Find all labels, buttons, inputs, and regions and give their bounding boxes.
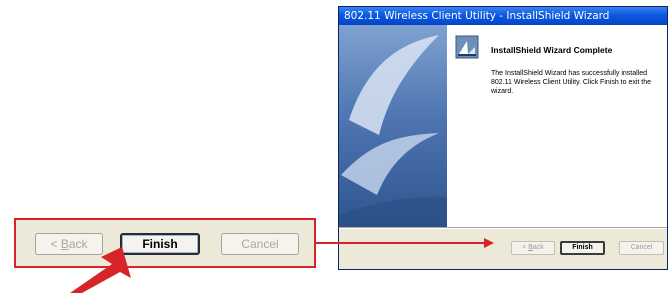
zoomed-back-prefix: < bbox=[50, 237, 61, 251]
zoomed-button-bar: < Back Finish Cancel bbox=[14, 218, 316, 268]
wizard-side-banner bbox=[339, 25, 447, 227]
cancel-button[interactable]: Cancel bbox=[619, 241, 664, 255]
installshield-wizard-window: 802.11 Wireless Client Utility - Install… bbox=[338, 6, 668, 270]
finish-button[interactable]: Finish bbox=[560, 241, 605, 255]
zoomed-back-button[interactable]: < Back bbox=[35, 233, 103, 255]
wizard-message: The InstallShield Wizard has successfull… bbox=[491, 70, 652, 95]
zoomed-finish-button[interactable]: Finish bbox=[120, 233, 200, 255]
wizard-content: InstallShield Wizard Complete The Instal… bbox=[447, 25, 667, 227]
zoomed-back-mnemonic: B bbox=[60, 237, 69, 251]
window-title: 802.11 Wireless Client Utility - Install… bbox=[339, 7, 667, 25]
sail-graphic bbox=[339, 35, 447, 227]
zoomed-cancel-button[interactable]: Cancel bbox=[221, 233, 299, 255]
wizard-heading: InstallShield Wizard Complete bbox=[491, 45, 613, 55]
installer-icon bbox=[455, 35, 479, 59]
button-divider bbox=[339, 227, 667, 229]
zoomed-back-rest: ack bbox=[68, 237, 88, 251]
back-button[interactable]: < Back bbox=[511, 241, 555, 255]
back-label-rest: ack bbox=[532, 244, 544, 251]
